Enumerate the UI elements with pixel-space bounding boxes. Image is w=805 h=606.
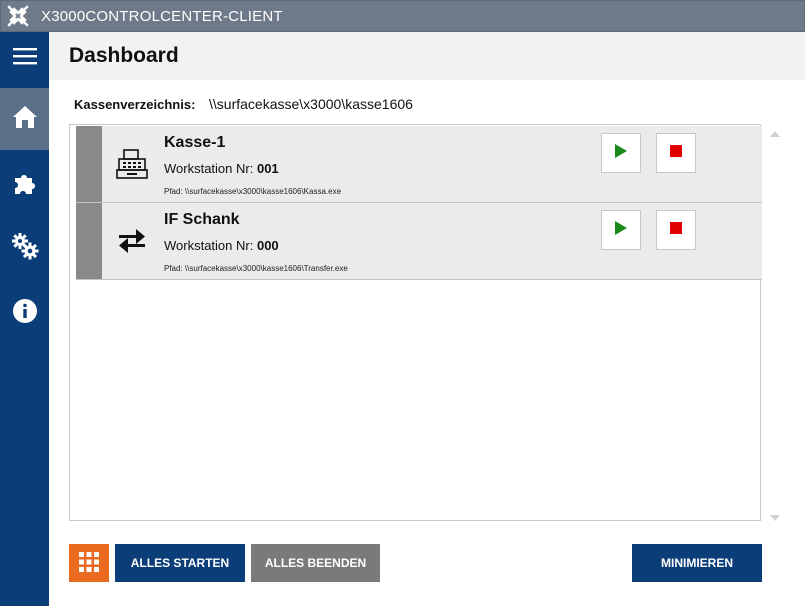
path-info: Pfad: \\surfacekasse\x3000\kasse1606\Tra… <box>164 264 348 273</box>
workstation-number: 001 <box>256 161 279 176</box>
puzzle-icon <box>12 171 38 202</box>
start-all-button[interactable]: ALLES STARTEN <box>115 544 245 582</box>
row-status-stripe <box>76 203 102 279</box>
play-icon <box>614 143 628 164</box>
entry-name: Kasse-1 <box>164 134 226 151</box>
entry-name: IF Schank <box>164 211 240 228</box>
directory-info: Kassenverzeichnis: \\surfacekasse\x3000\… <box>74 96 413 112</box>
transfer-arrows-icon <box>114 223 150 259</box>
row-status-stripe <box>76 126 102 202</box>
list-item[interactable]: Kasse-1 Workstation Nr: 001 Pfad: \\surf… <box>76 126 762 203</box>
page-header: Dashboard <box>49 32 805 80</box>
workstation-label: Workstation Nr: <box>164 161 254 176</box>
program-list: Kasse-1 Workstation Nr: 001 Pfad: \\surf… <box>69 124 762 521</box>
path-value: \\surfacekasse\x3000\kasse1606\Transfer.… <box>184 264 348 273</box>
title-bar: X3000CONTROLCENTER-CLIENT <box>0 0 805 32</box>
path-info: Pfad: \\surfacekasse\x3000\kasse1606\Kas… <box>164 187 341 196</box>
hamburger-menu-icon[interactable] <box>0 32 49 80</box>
scroll-down-icon[interactable] <box>769 510 781 521</box>
stop-icon <box>670 144 682 162</box>
sidebar-item-plugins[interactable] <box>0 155 49 217</box>
path-label: Pfad: <box>164 264 183 273</box>
app-logo-icon <box>3 1 33 31</box>
workstation-info: Workstation Nr: 000 <box>164 238 279 253</box>
minimize-button[interactable]: MINIMIEREN <box>632 544 762 582</box>
info-icon <box>12 298 38 329</box>
sidebar <box>0 32 49 606</box>
workstation-info: Workstation Nr: 001 <box>164 161 279 176</box>
directory-label: Kassenverzeichnis: <box>74 97 196 112</box>
home-icon <box>12 105 38 134</box>
path-value: \\surfacekasse\x3000\kasse1606\Kassa.exe <box>184 187 342 196</box>
scroll-up-icon[interactable] <box>769 126 781 137</box>
cash-register-icon <box>114 146 150 182</box>
workstation-label: Workstation Nr: <box>164 238 254 253</box>
start-button[interactable] <box>601 210 641 250</box>
grid-view-button[interactable] <box>69 544 109 582</box>
sidebar-item-home[interactable] <box>0 88 49 150</box>
sidebar-item-info[interactable] <box>0 282 49 344</box>
list-item[interactable]: IF Schank Workstation Nr: 000 Pfad: \\su… <box>76 203 762 280</box>
sidebar-item-settings[interactable] <box>0 217 49 279</box>
stop-all-button[interactable]: ALLES BEENDEN <box>251 544 380 582</box>
stop-icon <box>670 221 682 239</box>
path-label: Pfad: <box>164 187 183 196</box>
page-title: Dashboard <box>69 44 179 67</box>
grid-icon <box>79 551 99 575</box>
stop-button[interactable] <box>656 133 696 173</box>
workstation-number: 000 <box>256 238 279 253</box>
gears-icon <box>11 232 39 265</box>
stop-button[interactable] <box>656 210 696 250</box>
directory-value: \\surfacekasse\x3000\kasse1606 <box>209 96 413 112</box>
start-button[interactable] <box>601 133 641 173</box>
play-icon <box>614 220 628 241</box>
window-title: X3000CONTROLCENTER-CLIENT <box>41 7 283 25</box>
